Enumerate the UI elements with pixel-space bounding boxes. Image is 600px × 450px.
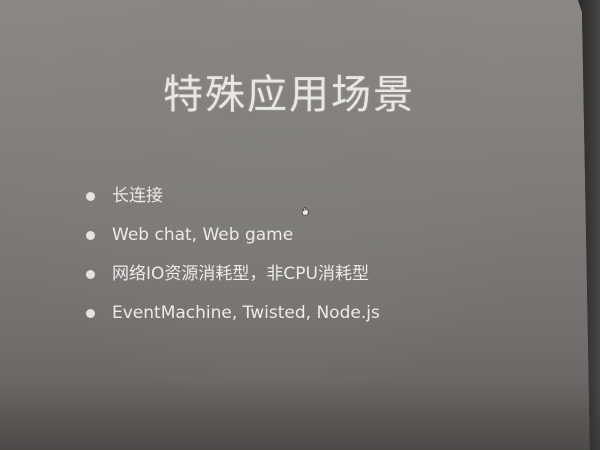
bullet-text: 长连接 (112, 186, 163, 206)
slide-canvas: 特殊应用场景 长连接 Web chat, Web game 网络IO资源消耗型，… (0, 0, 590, 450)
bullet-item: Web chat, Web game (86, 225, 380, 245)
hand-cursor-icon (301, 207, 309, 216)
slide-title: 特殊应用场景 (163, 72, 415, 118)
bullet-dot-icon (86, 192, 95, 201)
bullet-dot-icon (86, 270, 95, 279)
bullet-dot-icon (86, 309, 95, 318)
bullet-item: 长连接 (86, 186, 380, 206)
projected-slide-photo: 特殊应用场景 长连接 Web chat, Web game 网络IO资源消耗型，… (0, 0, 600, 450)
bullet-text: 网络IO资源消耗型，非CPU消耗型 (112, 264, 369, 284)
bullet-item: 网络IO资源消耗型，非CPU消耗型 (86, 264, 380, 284)
bullet-text: EventMachine, Twisted, Node.js (112, 303, 380, 323)
bullet-item: EventMachine, Twisted, Node.js (86, 303, 380, 323)
bullet-text: Web chat, Web game (112, 225, 294, 245)
bullet-list: 长连接 Web chat, Web game 网络IO资源消耗型，非CPU消耗型… (86, 186, 380, 342)
bullet-dot-icon (86, 231, 95, 240)
